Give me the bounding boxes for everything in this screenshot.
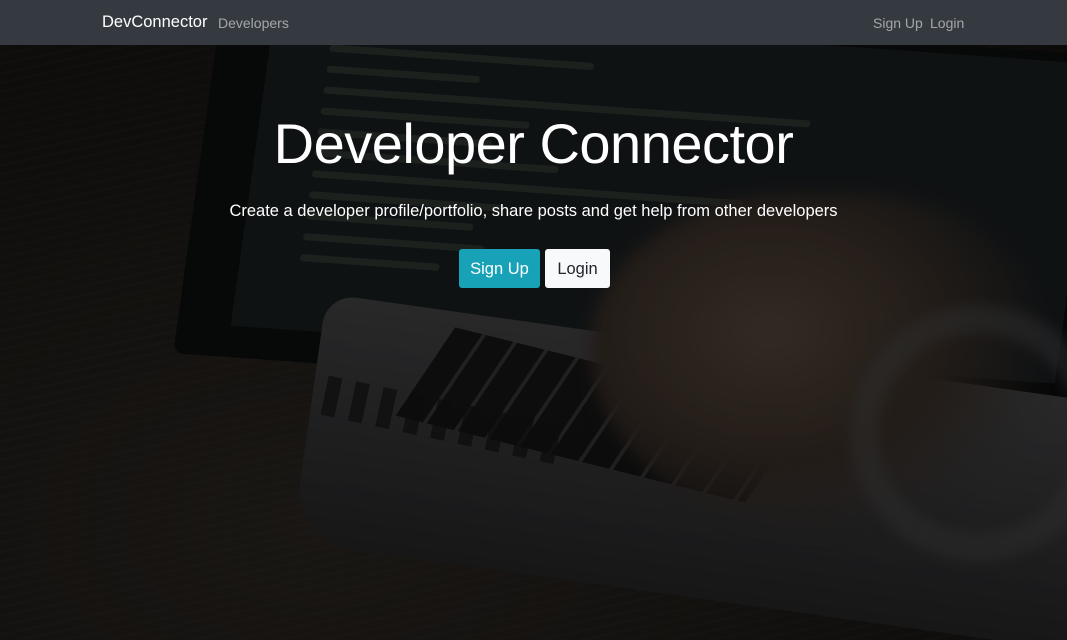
brand-logo-link[interactable]: DevConnector — [102, 13, 207, 32]
navbar: DevConnector Developers Sign Up Login — [0, 0, 1067, 45]
nav-link-login[interactable]: Login — [930, 15, 964, 31]
sign-up-button[interactable]: Sign Up — [459, 249, 540, 288]
nav-link-developers[interactable]: Developers — [218, 15, 289, 31]
landing-page: DevConnector Developers Sign Up Login De… — [0, 0, 1067, 640]
nav-link-sign-up[interactable]: Sign Up — [873, 15, 923, 31]
hero-title: Developer Connector — [273, 112, 794, 175]
hero-lead-text: Create a developer profile/portfolio, sh… — [229, 202, 838, 220]
login-button[interactable]: Login — [545, 249, 610, 288]
hero-section: Developer Connector Create a developer p… — [0, 45, 1067, 640]
